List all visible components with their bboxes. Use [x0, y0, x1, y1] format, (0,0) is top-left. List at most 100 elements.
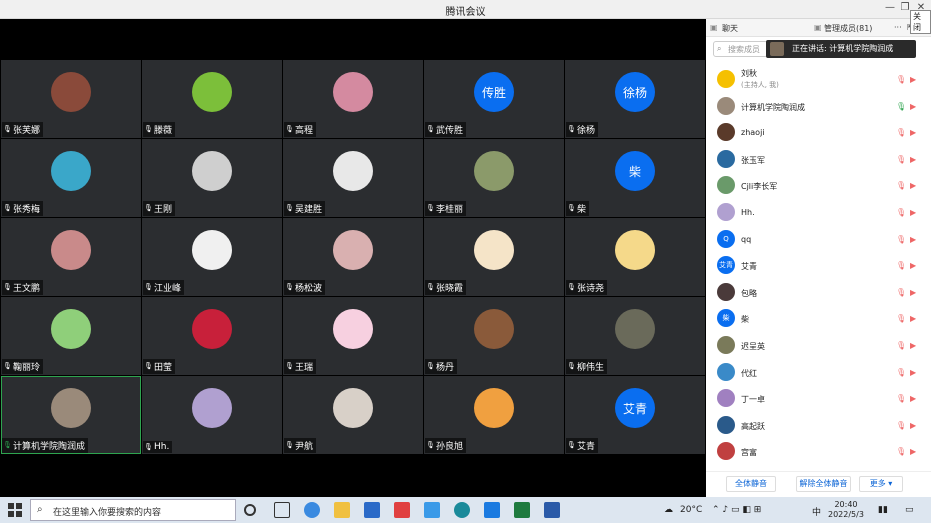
mic-muted-icon[interactable]: 🎙	[896, 394, 906, 403]
member-list-item[interactable]: 迟呈英 🎙 ▶	[706, 332, 931, 358]
member-list-item[interactable]: Cjli李长军 🎙 ▶	[706, 172, 931, 198]
browser-icon[interactable]	[304, 502, 320, 518]
tab-members[interactable]: 管理成员(81)	[824, 23, 872, 34]
tencent-meeting-icon[interactable]	[484, 502, 500, 518]
participant-tile[interactable]: 🎙 王刚	[142, 139, 282, 217]
participant-tile[interactable]: 🎙 李桂丽	[424, 139, 564, 217]
word-icon[interactable]	[544, 502, 560, 518]
cortana-icon[interactable]	[244, 504, 256, 516]
camera-off-icon[interactable]: ▶	[910, 155, 916, 164]
participant-tile[interactable]: 🎙 计算机学院陶润成	[1, 376, 141, 454]
camera-off-icon[interactable]: ▶	[910, 421, 916, 430]
mic-muted-icon[interactable]: 🎙	[896, 128, 906, 137]
app-red-icon[interactable]	[394, 502, 410, 518]
participant-tile[interactable]: 🎙 张诗尧	[565, 218, 705, 296]
member-list-item[interactable]: 计算机学院陶润成 🎙 ▶	[706, 93, 931, 119]
mic-muted-icon[interactable]: 🎙	[896, 288, 906, 297]
notification-icon[interactable]: ▭	[905, 505, 914, 515]
mic-muted-icon[interactable]: 🎙	[896, 261, 906, 270]
camera-off-icon[interactable]: ▶	[910, 341, 916, 350]
member-list-item[interactable]: 艾青 艾青 🎙 ▶	[706, 252, 931, 278]
camera-off-icon[interactable]: ▶	[910, 368, 916, 377]
participant-tile[interactable]: 🎙 滕薇	[142, 60, 282, 138]
mute-all-button[interactable]: 全体静音	[726, 476, 776, 492]
participant-avatar	[474, 388, 514, 428]
mic-muted-icon[interactable]: 🎙	[896, 155, 906, 164]
participant-tile[interactable]: 徐杨 🎙 徐杨	[565, 60, 705, 138]
mic-muted-icon[interactable]: 🎙	[896, 341, 906, 350]
participant-tile[interactable]: 柴 🎙 柴	[565, 139, 705, 217]
participant-tile[interactable]: 🎙 柳伟生	[565, 297, 705, 375]
participant-tile[interactable]: 🎙 鞠丽玲	[1, 297, 141, 375]
taskbar-search-input[interactable]: ⌕ 在这里输入你要搜索的内容	[30, 499, 236, 521]
tab-chat[interactable]: 聊天	[722, 23, 738, 34]
participant-avatar	[333, 309, 373, 349]
camera-off-icon[interactable]: ▶	[910, 394, 916, 403]
member-search-input[interactable]: ⌕ 搜索成员	[713, 41, 768, 57]
widget-icon[interactable]: ▮▮	[878, 505, 888, 515]
participant-tile[interactable]: 艾青 🎙 艾青	[565, 376, 705, 454]
member-list-item[interactable]: 代红 🎙 ▶	[706, 359, 931, 385]
participant-tile[interactable]: 🎙 江业峰	[142, 218, 282, 296]
clock[interactable]: 20:40 2022/5/3	[828, 500, 864, 520]
mic-muted-icon[interactable]: 🎙	[896, 314, 906, 323]
mic-muted-icon[interactable]: 🎙	[896, 208, 906, 217]
mic-muted-icon[interactable]: 🎙	[896, 75, 906, 84]
minimize-icon[interactable]: —	[882, 2, 898, 13]
member-list-item[interactable]: 包略 🎙 ▶	[706, 279, 931, 305]
participant-tile[interactable]: 🎙 尹航	[283, 376, 423, 454]
participant-tile[interactable]: 🎙 张芙娜	[1, 60, 141, 138]
member-list-item[interactable]: 刘秋 (主持人, 我) 🎙 ▶	[706, 66, 931, 92]
member-list-item[interactable]: 张玉军 🎙 ▶	[706, 146, 931, 172]
camera-off-icon[interactable]: ▶	[910, 314, 916, 323]
participant-tile[interactable]: 🎙 吴建胜	[283, 139, 423, 217]
ime-indicator[interactable]: 中	[812, 505, 821, 518]
participant-tile[interactable]: 🎙 田莹	[142, 297, 282, 375]
member-list-item[interactable]: 丁一卓 🎙 ▶	[706, 385, 931, 411]
participant-name: 张晓霞	[436, 284, 464, 294]
member-list-item[interactable]: zhaoji 🎙 ▶	[706, 119, 931, 145]
participant-tile[interactable]: 🎙 张秀梅	[1, 139, 141, 217]
mic-muted-icon[interactable]: 🎙	[896, 235, 906, 244]
tray-icons[interactable]: ⌃ ♪ ▭ ◧ ⊞	[712, 505, 761, 515]
participant-tile[interactable]: 传胜 🎙 武传胜	[424, 60, 564, 138]
task-view-icon[interactable]	[274, 502, 290, 518]
camera-off-icon[interactable]: ▶	[910, 235, 916, 244]
camera-off-icon[interactable]: ▶	[910, 181, 916, 190]
participant-tile[interactable]: 🎙 杨松波	[283, 218, 423, 296]
file-explorer-icon[interactable]	[334, 502, 350, 518]
mic-muted-icon: 🎙	[144, 283, 153, 291]
mail-icon[interactable]	[364, 502, 380, 518]
edge-icon[interactable]	[454, 502, 470, 518]
more-button[interactable]: 更多 ▾	[859, 476, 903, 492]
participant-tile[interactable]: 🎙 杨丹	[424, 297, 564, 375]
mic-muted-icon[interactable]: 🎙	[896, 447, 906, 456]
camera-off-icon[interactable]: ▶	[910, 128, 916, 137]
excel-icon[interactable]	[514, 502, 530, 518]
camera-off-icon[interactable]: ▶	[910, 288, 916, 297]
mic-muted-icon[interactable]: 🎙	[896, 368, 906, 377]
cloud-app-icon[interactable]	[424, 502, 440, 518]
camera-off-icon[interactable]: ▶	[910, 102, 916, 111]
member-list-item[interactable]: 宫富 🎙 ▶	[706, 438, 931, 464]
member-list-item[interactable]: Qqq 🎙 ▶	[706, 226, 931, 252]
mic-on-icon[interactable]: 🎙	[896, 102, 906, 111]
participant-tile[interactable]: 🎙 Hh.	[142, 376, 282, 454]
mic-muted-icon[interactable]: 🎙	[896, 181, 906, 190]
member-list-item[interactable]: 柴 柴 🎙 ▶	[706, 305, 931, 331]
unmute-all-button[interactable]: 解除全体静音	[796, 476, 851, 492]
participant-tile[interactable]: 🎙 张晓霞	[424, 218, 564, 296]
mic-muted-icon[interactable]: 🎙	[896, 421, 906, 430]
camera-off-icon[interactable]: ▶	[910, 261, 916, 270]
more-icon[interactable]: ···	[894, 23, 902, 32]
participant-tile[interactable]: 🎙 王瑞	[283, 297, 423, 375]
member-list-item[interactable]: 高起跃 🎙 ▶	[706, 412, 931, 438]
participant-tile[interactable]: 🎙 孙良旭	[424, 376, 564, 454]
participant-tile[interactable]: 🎙 高程	[283, 60, 423, 138]
camera-off-icon[interactable]: ▶	[910, 447, 916, 456]
windows-start-icon[interactable]	[8, 503, 22, 517]
participant-tile[interactable]: 🎙 王文鹏	[1, 218, 141, 296]
member-list-item[interactable]: Hh. 🎙 ▶	[706, 199, 931, 225]
camera-off-icon[interactable]: ▶	[910, 208, 916, 217]
camera-off-icon[interactable]: ▶	[910, 75, 916, 84]
